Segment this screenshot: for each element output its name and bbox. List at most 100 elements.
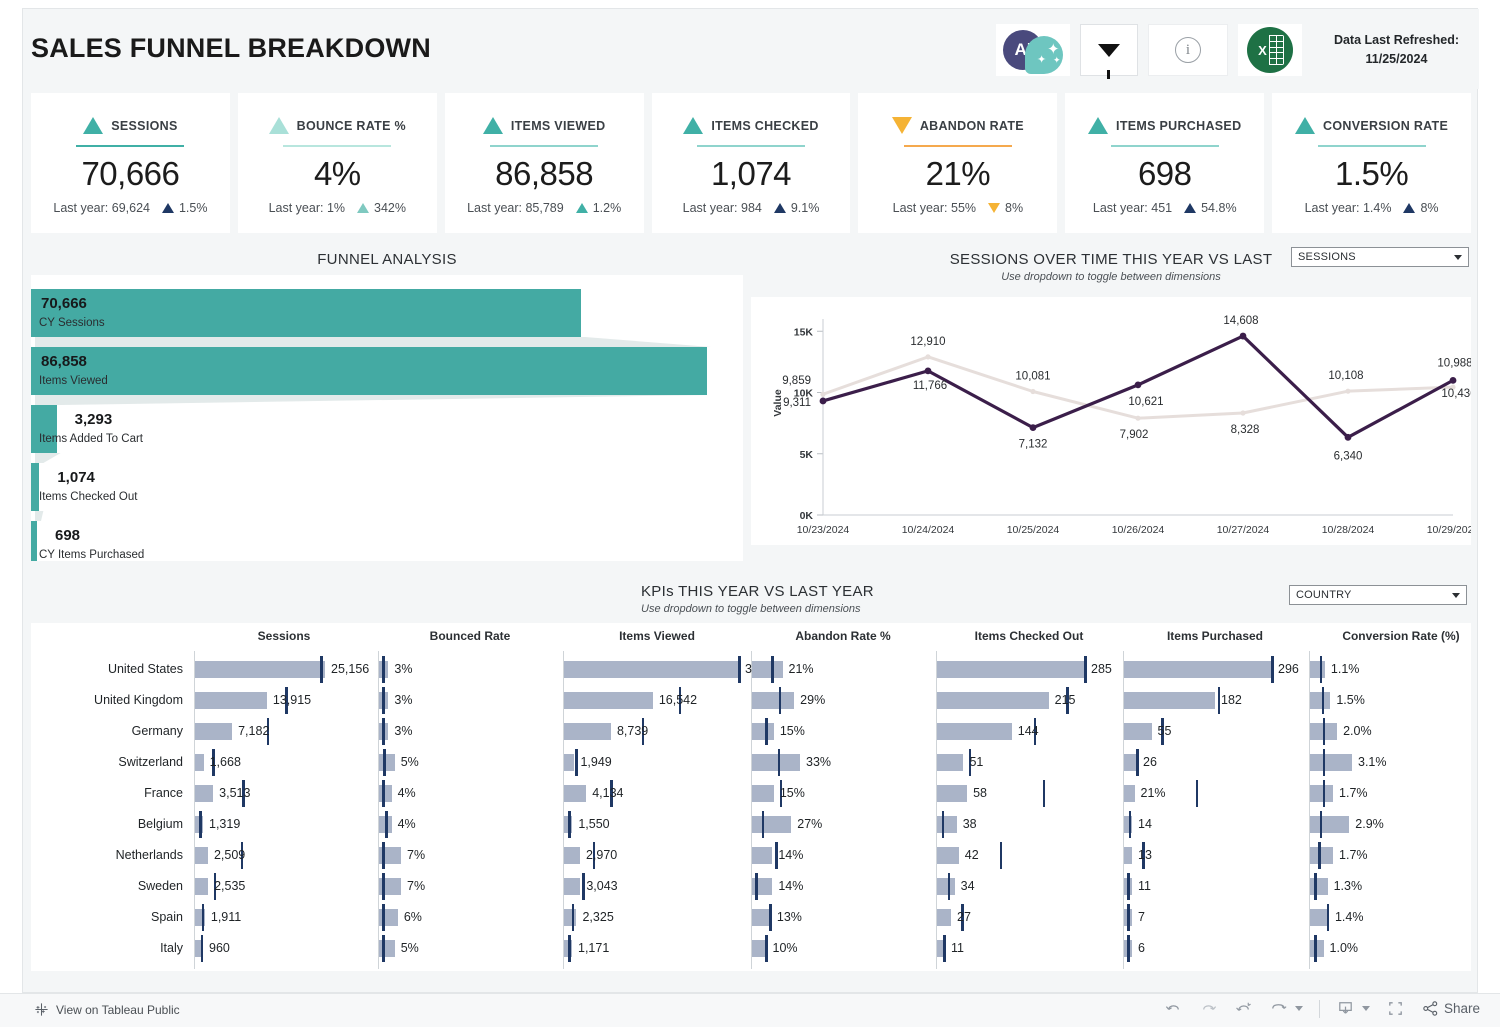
- bullet-reference-line: [738, 656, 741, 683]
- bullet-bar[interactable]: [937, 847, 959, 864]
- bullet-bar[interactable]: [752, 847, 773, 864]
- bullet-bar[interactable]: [1310, 878, 1328, 895]
- bullet-bar[interactable]: [752, 940, 767, 957]
- funnel-chart[interactable]: 70,666 CY Sessions 86,858 Items Viewed 3,293…: [31, 275, 743, 561]
- bullet-bar[interactable]: [564, 692, 653, 709]
- kpi-header: ABANDON RATE: [858, 93, 1057, 134]
- bullet-bar[interactable]: [564, 754, 575, 771]
- bullet-bar[interactable]: [1124, 692, 1215, 709]
- bullet-reference-line: [575, 749, 578, 776]
- share-button[interactable]: Share: [1421, 999, 1480, 1018]
- bullet-bar[interactable]: [195, 785, 214, 802]
- bullet-bar[interactable]: [1124, 754, 1137, 771]
- bullet-bar[interactable]: [564, 909, 577, 926]
- kpi-last-year: Last year: 1%: [268, 201, 346, 215]
- revert-button[interactable]: [1234, 999, 1253, 1018]
- undo-button[interactable]: [1164, 999, 1183, 1018]
- kpi-card[interactable]: ITEMS CHECKED 1,074 Last year: 984 9.1%: [651, 93, 851, 233]
- bullet-bar[interactable]: [1124, 723, 1152, 740]
- bullet-bar[interactable]: [564, 878, 581, 895]
- table-column-header: Conversion Rate (%): [1342, 629, 1460, 643]
- bullet-bar[interactable]: [1310, 661, 1325, 678]
- bullet-bar[interactable]: [379, 785, 392, 802]
- bullet-bar[interactable]: [752, 754, 800, 771]
- redo-button[interactable]: [1199, 999, 1218, 1018]
- kpi-divider: [283, 145, 392, 147]
- kpi-card[interactable]: CONVERSION RATE 1.5% Last year: 1.4% 8%: [1272, 93, 1472, 233]
- sessions-line-chart[interactable]: 0K 5K 10K 15K Value 9,311 11,766 7,132 10,621 14,…: [751, 297, 1479, 545]
- bullet-bar[interactable]: [379, 754, 395, 771]
- bullet-bar[interactable]: [1124, 661, 1272, 678]
- kpi-name: SESSIONS: [111, 118, 178, 133]
- bullet-reference-line: [1322, 749, 1326, 776]
- bullet-bar[interactable]: [937, 878, 955, 895]
- bullet-bar[interactable]: [752, 692, 795, 709]
- sparkle-3: ✦: [1052, 55, 1061, 65]
- bullet-bar[interactable]: [564, 661, 739, 678]
- bullet-bar[interactable]: [937, 723, 1012, 740]
- kpi-card[interactable]: ITEMS VIEWED 86,858 Last year: 85,789 1.2%: [444, 93, 644, 233]
- bullet-bar[interactable]: [195, 661, 325, 678]
- bullet-bar[interactable]: [564, 785, 587, 802]
- bullet-reference-line: [582, 873, 585, 900]
- bullet-reference-line: [199, 811, 202, 838]
- bullet-bar[interactable]: [752, 723, 774, 740]
- kpi-card[interactable]: SESSIONS 70,666 Last year: 69,624 1.5%: [31, 93, 230, 233]
- kpi-card[interactable]: BOUNCE RATE % 4% Last year: 1% 342%: [237, 93, 437, 233]
- bullet-bar[interactable]: [937, 785, 968, 802]
- bullet-bar[interactable]: [937, 816, 957, 833]
- funnel-title: FUNNEL ANALYSIS: [317, 251, 457, 268]
- bullet-bar[interactable]: [1310, 816, 1350, 833]
- kpi-card[interactable]: ABANDON RATE 21% Last year: 55% 8%: [858, 93, 1058, 233]
- kpi-delta-value: 1.5%: [178, 201, 208, 215]
- bullet-bar[interactable]: [195, 878, 209, 895]
- table-row-label: United Kingdom: [94, 693, 183, 707]
- country-dimension-dropdown[interactable]: COUNTRY: [1289, 585, 1467, 605]
- bullet-bar[interactable]: [1124, 785, 1135, 802]
- bullet-bar[interactable]: [195, 692, 267, 709]
- refresh-button[interactable]: [1269, 999, 1303, 1018]
- table-row-label: United States: [107, 662, 183, 676]
- bullet-bar[interactable]: [1310, 754, 1352, 771]
- bullet-value: 4%: [397, 786, 416, 800]
- table-column-header: Sessions: [257, 629, 311, 643]
- bullet-bar[interactable]: [195, 847, 208, 864]
- kpi-table-body[interactable]: Sessions Bounced Rate Items Viewed Abandon …: [31, 623, 1471, 971]
- bullet-bar[interactable]: [752, 785, 774, 802]
- fullscreen-button[interactable]: [1386, 999, 1405, 1018]
- download-button[interactable]: [1336, 999, 1370, 1018]
- toolbar-divider: [1318, 999, 1320, 1018]
- bullet-bar[interactable]: [937, 909, 952, 926]
- kpi-card[interactable]: ITEMS PURCHASED 698 Last year: 451 54.8%: [1065, 93, 1265, 233]
- bullet-bar[interactable]: [752, 816, 792, 833]
- info-button[interactable]: i: [1147, 24, 1228, 76]
- filter-button[interactable]: [1079, 24, 1138, 79]
- excel-export-button[interactable]: X: [1237, 24, 1302, 76]
- bullet-value: 15%: [779, 724, 805, 738]
- bullet-bar[interactable]: [752, 661, 783, 678]
- bullet-bar[interactable]: [937, 692, 1049, 709]
- bullet-reference-line: [1136, 749, 1139, 776]
- funnel-value: 698: [55, 527, 81, 544]
- bullet-bar[interactable]: [1310, 847, 1334, 864]
- kpi-last-year: Last year: 85,789: [467, 201, 564, 215]
- bullet-bar[interactable]: [564, 847, 580, 864]
- kpi-name: BOUNCE RATE %: [296, 118, 406, 133]
- bullet-bar[interactable]: [195, 723, 233, 740]
- bullet-bar[interactable]: [752, 909, 771, 926]
- bullet-value: 3,043: [586, 879, 618, 893]
- dashboard-frame: SALES FUNNEL BREAKDOWN Ai ✦ ✦ ✦ i X Data…: [22, 8, 1479, 993]
- kpi-name: CONVERSION RATE: [1323, 118, 1449, 133]
- ai-sparkle-button[interactable]: Ai ✦ ✦ ✦: [995, 24, 1070, 76]
- view-on-tableau-public-link[interactable]: View on Tableau Public: [34, 1002, 180, 1017]
- sessions-dimension-dropdown[interactable]: SESSIONS: [1291, 247, 1469, 267]
- bullet-bar[interactable]: [1124, 847, 1132, 864]
- bullet-bar[interactable]: [564, 723, 611, 740]
- bullet-bar[interactable]: [195, 754, 204, 771]
- bullet-bar[interactable]: [1310, 785, 1334, 802]
- bullet-bar[interactable]: [937, 754, 964, 771]
- bullet-bar[interactable]: [1310, 940, 1324, 957]
- bullet-bar[interactable]: [1310, 692, 1331, 709]
- bullet-value: 3%: [394, 662, 413, 676]
- bullet-bar[interactable]: [937, 661, 1085, 678]
